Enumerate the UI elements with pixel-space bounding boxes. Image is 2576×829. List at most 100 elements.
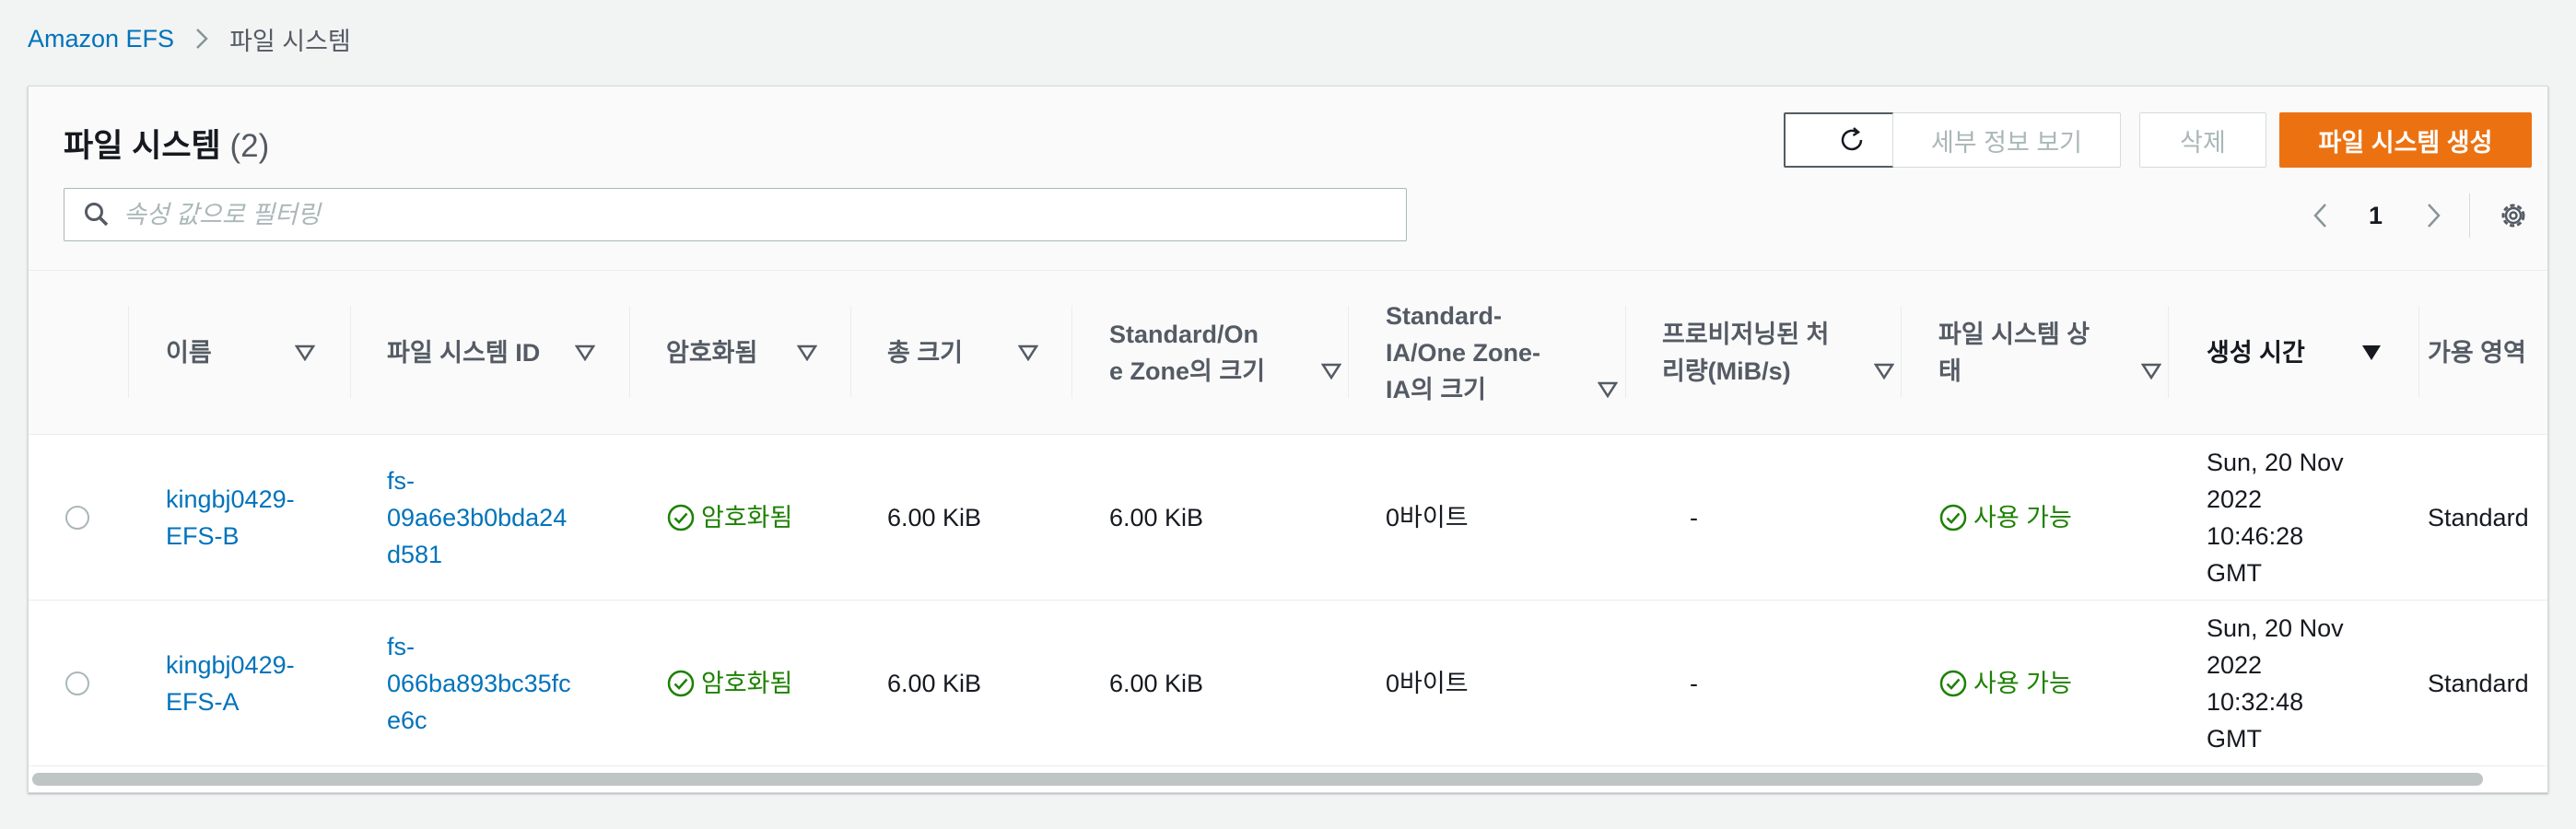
cell-text-line: kingbj0429- — [166, 485, 295, 513]
column-label-line: 프로비저닝된 처 — [1662, 321, 1830, 348]
column-label-line: Standard- — [1386, 302, 1503, 330]
column-label-line: IA의 크기 — [1386, 376, 1487, 403]
breadcrumb: Amazon EFS 파일 시스템 — [28, 22, 351, 55]
cell-text-line: 2022 — [2207, 651, 2263, 679]
title-text: 파일 시스템 — [64, 128, 221, 164]
cell-text-line: EFS-A — [166, 688, 240, 716]
file-system-state: 사용 가능 — [1938, 601, 2072, 766]
pager-divider — [2469, 193, 2470, 238]
column-divider — [850, 306, 851, 398]
sort-icon — [1874, 363, 1894, 379]
provisioned-throughput: - — [1690, 504, 1698, 531]
cell-text-line: e6c — [387, 706, 427, 734]
column-header-created-time[interactable]: 생성 시간 — [2207, 271, 2418, 435]
file-systems-table-panel: 파일 시스템 (2) 세부 정보 보기 삭제 파일 시스템 생성 1 — [28, 86, 2548, 793]
file-system-id-link[interactable]: fs- 09a6e3b0bda24 d581 — [387, 435, 567, 601]
column-header-ia-size[interactable]: Standard- IA/One Zone- IA의 크기 — [1386, 271, 1625, 435]
cell-text-line: fs- — [387, 467, 415, 495]
column-label: 프로비저닝된 처리량(MiB/s) — [1662, 316, 1829, 390]
check-circle-icon — [1939, 670, 1967, 697]
column-label-line: 파일 시스템 상 — [1938, 321, 2090, 348]
column-header-availability-zone[interactable]: 가용 영역 — [2428, 271, 2547, 435]
column-header-total-size[interactable]: 총 크기 — [887, 271, 1071, 435]
check-circle-icon — [667, 670, 695, 697]
table-column-headers: 이름 파일 시스템 ID 암호화됨 총 크기 Standard/On e Zone… — [29, 271, 2547, 435]
chevron-right-icon — [2428, 204, 2441, 228]
search-icon — [83, 201, 111, 228]
column-divider — [2168, 306, 2169, 398]
file-system-state: 사용 가능 — [1938, 435, 2072, 601]
next-page-button[interactable] — [2424, 195, 2442, 236]
encrypted-status: 암호화됨 — [666, 601, 792, 766]
column-label-line: 태 — [1938, 357, 1961, 385]
column-label-line: Standard/On — [1109, 321, 1259, 348]
view-details-button[interactable]: 세부 정보 보기 — [1892, 112, 2121, 168]
column-label: 총 크기 — [887, 339, 964, 367]
filter-input[interactable] — [123, 200, 1321, 229]
column-header-throughput[interactable]: 프로비저닝된 처리량(MiB/s) — [1662, 271, 1902, 435]
column-label: 생성 시간 — [2207, 339, 2305, 367]
sort-icon — [575, 344, 595, 361]
breadcrumb-current: 파일 시스템 — [229, 27, 351, 55]
encrypted-text: 암호화됨 — [701, 504, 793, 531]
ia-size: 0바이트 — [1386, 670, 1469, 697]
table-row[interactable]: kingbj0429- EFS-A fs- 066ba893bc35fc e6c 암호… — [29, 601, 2547, 766]
file-system-name-link[interactable]: kingbj0429- EFS-A — [166, 601, 295, 766]
previous-page-button[interactable] — [2312, 195, 2330, 236]
sort-icon — [1018, 344, 1038, 361]
created-time: Sun, 20 Nov 2022 10:32:48 GMT — [2207, 601, 2344, 766]
table-header-bar: 파일 시스템 (2) 세부 정보 보기 삭제 파일 시스템 생성 1 — [29, 87, 2547, 271]
delete-button[interactable]: 삭제 — [2139, 112, 2266, 168]
column-header-standard-size[interactable]: Standard/On e Zone의 크기 — [1109, 271, 1349, 435]
column-label-line: 리량(MiB/s) — [1662, 357, 1791, 385]
column-header-name[interactable]: 이름 — [166, 271, 345, 435]
column-label: Standard/On e Zone의 크기 — [1109, 316, 1265, 390]
column-divider — [1901, 306, 1902, 398]
column-divider — [128, 306, 129, 398]
check-circle-icon — [1939, 504, 1967, 531]
cell-text-line: kingbj0429- — [166, 651, 295, 679]
preferences-button[interactable] — [2498, 195, 2529, 236]
column-label-line: e Zone의 크기 — [1109, 357, 1266, 385]
column-divider — [350, 306, 351, 398]
column-header-encrypted[interactable]: 암호화됨 — [666, 271, 850, 435]
column-divider — [1625, 306, 1626, 398]
create-file-system-button[interactable]: 파일 시스템 생성 — [2279, 112, 2532, 168]
cell-text-line: 2022 — [2207, 485, 2263, 513]
cell-text-line: 10:32:48 — [2207, 688, 2304, 716]
file-system-id-link[interactable]: fs- 066ba893bc35fc e6c — [387, 601, 571, 766]
sort-icon — [1321, 363, 1341, 379]
column-divider — [1348, 306, 1349, 398]
file-system-name-link[interactable]: kingbj0429- EFS-B — [166, 435, 295, 601]
column-header-state[interactable]: 파일 시스템 상태 — [1938, 271, 2178, 435]
settings-icon — [2501, 204, 2525, 228]
standard-size: 6.00 KiB — [1109, 670, 1204, 697]
cell-text-line: Sun, 20 Nov — [2207, 449, 2344, 476]
state-text: 사용 가능 — [1973, 670, 2072, 697]
current-page-number[interactable]: 1 — [2369, 195, 2383, 236]
cell-text-line: d581 — [387, 541, 443, 568]
column-divider — [629, 306, 630, 398]
row-select-radio[interactable] — [65, 506, 89, 530]
column-divider — [1071, 306, 1072, 398]
page-title: 파일 시스템 (2) — [64, 120, 269, 167]
cell-text-line: GMT — [2207, 725, 2262, 753]
cell-text-line: 10:46:28 — [2207, 522, 2304, 550]
total-size: 6.00 KiB — [887, 504, 982, 531]
column-label: 파일 시스템 상태 — [1938, 316, 2090, 390]
horizontal-scrollbar[interactable] — [32, 773, 2483, 786]
column-header-file-system-id[interactable]: 파일 시스템 ID — [387, 271, 626, 435]
sort-icon — [797, 344, 817, 361]
row-select-radio[interactable] — [65, 671, 89, 695]
table-row[interactable]: kingbj0429- EFS-B fs- 09a6e3b0bda24 d581 암호… — [29, 435, 2547, 601]
sort-icon — [1598, 381, 1618, 398]
cell-text-line: fs- — [387, 633, 415, 660]
breadcrumb-amazon-efs[interactable]: Amazon EFS — [28, 25, 174, 53]
column-label: Standard- IA/One Zone- IA의 크기 — [1386, 298, 1540, 408]
title-count: (2) — [229, 128, 270, 164]
check-circle-icon — [667, 504, 695, 531]
created-time: Sun, 20 Nov 2022 10:46:28 GMT — [2207, 435, 2344, 601]
cell-text-line: GMT — [2207, 559, 2262, 587]
standard-size: 6.00 KiB — [1109, 504, 1204, 531]
column-label: 가용 영역 — [2428, 339, 2526, 367]
